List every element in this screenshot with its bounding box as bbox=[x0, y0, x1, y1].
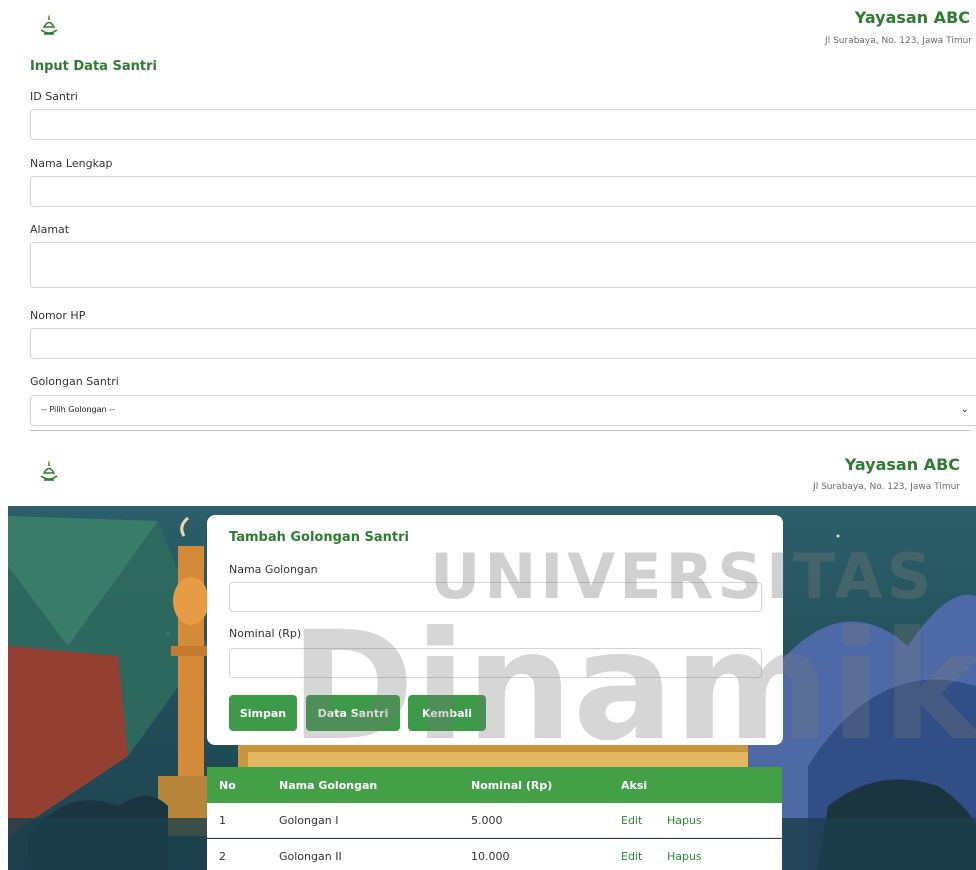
chevron-down-icon: ⌄ bbox=[960, 404, 969, 415]
alamat-label: Alamat bbox=[30, 223, 70, 236]
nama-golongan-input[interactable] bbox=[229, 582, 762, 612]
section-divider bbox=[30, 430, 970, 431]
simpan-button[interactable]: Simpan bbox=[229, 695, 297, 731]
form-title: Input Data Santri bbox=[30, 59, 157, 74]
row-nominal: 10.000 bbox=[471, 849, 510, 863]
hapus-link[interactable]: Hapus bbox=[667, 839, 702, 870]
org-address: Jl Surabaya, No. 123, Jawa Timur bbox=[825, 36, 972, 46]
alamat-textarea[interactable] bbox=[30, 242, 976, 288]
nominal-label: Nominal (Rp) bbox=[229, 627, 302, 640]
logo-icon bbox=[36, 460, 62, 486]
row-nama-golongan: Golongan I bbox=[279, 813, 339, 827]
golongan-santri-label: Golongan Santri bbox=[30, 375, 119, 388]
nomor-hp-input[interactable] bbox=[30, 328, 976, 359]
id-santri-input[interactable] bbox=[30, 109, 976, 140]
table-row: 1 Golongan I 5.000 Edit Hapus bbox=[207, 803, 782, 838]
golongan-select[interactable]: -- Pilih Golongan -- ⌄ bbox=[30, 395, 976, 426]
nama-lengkap-input[interactable] bbox=[30, 176, 976, 207]
nominal-input[interactable] bbox=[229, 648, 762, 678]
card-title: Tambah Golongan Santri bbox=[229, 530, 409, 545]
table-header: No Nama Golongan Nominal (Rp) Aksi bbox=[207, 767, 782, 803]
nama-golongan-label: Nama Golongan bbox=[229, 563, 318, 576]
row-nama-golongan: Golongan II bbox=[279, 849, 342, 863]
col-nama-golongan: Nama Golongan bbox=[279, 778, 378, 792]
org-name: Yayasan ABC bbox=[844, 455, 960, 474]
id-santri-label: ID Santri bbox=[30, 90, 78, 103]
data-santri-button[interactable]: Data Santri bbox=[306, 695, 400, 731]
org-name: Yayasan ABC bbox=[854, 8, 970, 27]
col-no: No bbox=[219, 778, 236, 792]
nomor-hp-label: Nomor HP bbox=[30, 309, 86, 322]
row-no: 1 bbox=[219, 813, 226, 827]
edit-link[interactable]: Edit bbox=[621, 803, 642, 837]
golongan-select-value: -- Pilih Golongan -- bbox=[41, 405, 115, 414]
edit-link[interactable]: Edit bbox=[621, 839, 642, 870]
col-nominal: Nominal (Rp) bbox=[471, 778, 553, 792]
table-row: 2 Golongan II 10.000 Edit Hapus bbox=[207, 839, 782, 870]
hapus-link[interactable]: Hapus bbox=[667, 803, 702, 837]
kembali-button[interactable]: Kembali bbox=[408, 695, 486, 731]
row-nominal: 5.000 bbox=[471, 813, 503, 827]
row-no: 2 bbox=[219, 849, 226, 863]
logo-icon bbox=[36, 14, 62, 40]
top-header: Yayasan ABC Jl Surabaya, No. 123, Jawa T… bbox=[0, 0, 976, 60]
nama-lengkap-label: Nama Lengkap bbox=[30, 157, 113, 170]
org-address: Jl Surabaya, No. 123, Jawa Timur bbox=[813, 482, 960, 492]
col-aksi: Aksi bbox=[621, 778, 648, 792]
